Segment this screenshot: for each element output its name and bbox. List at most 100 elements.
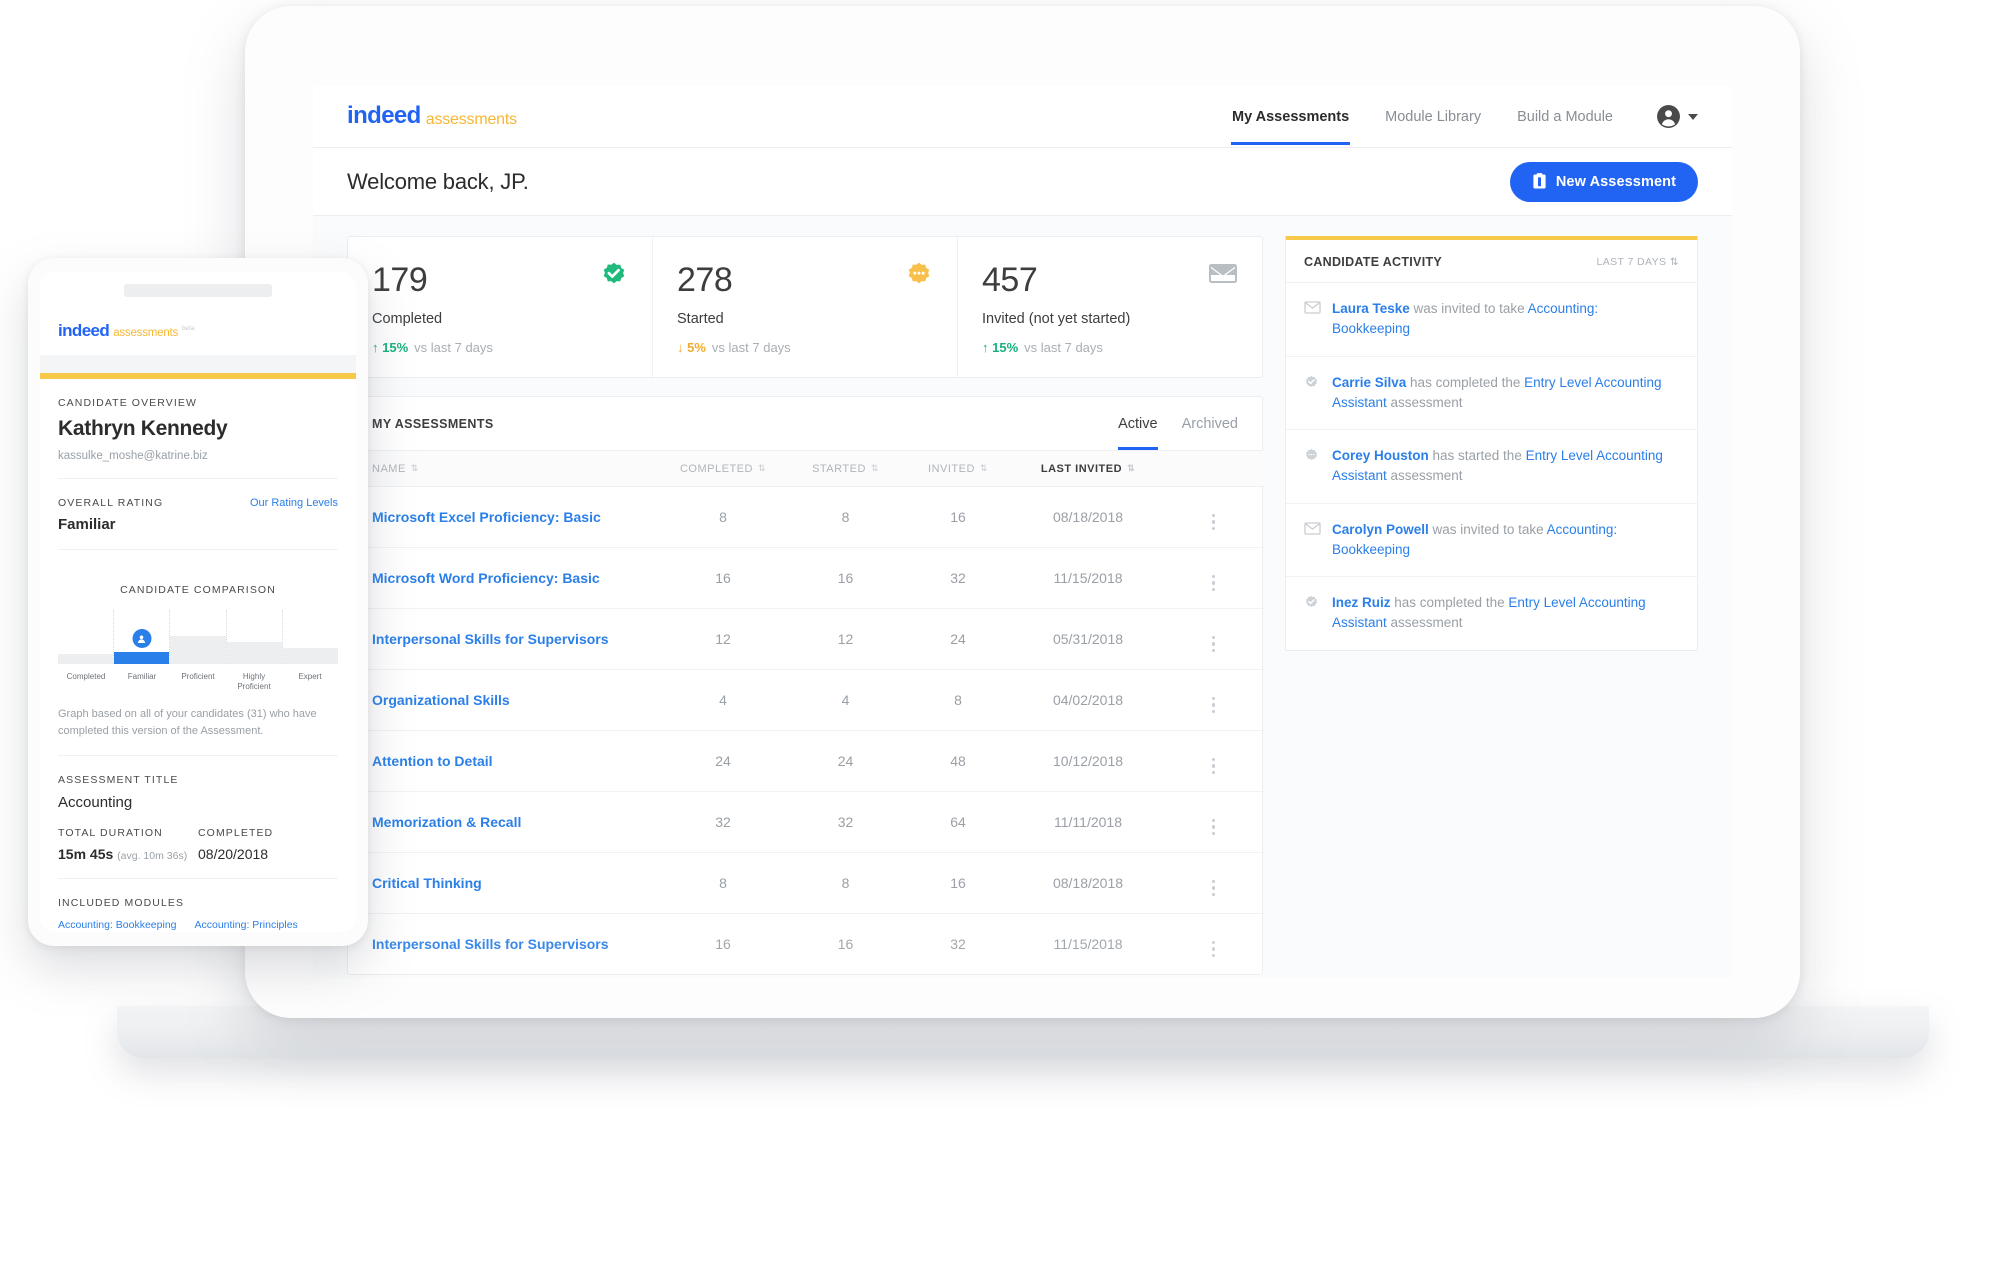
- stat-delta-period: vs last 7 days: [711, 340, 791, 355]
- cell-completed: 16: [658, 547, 788, 609]
- table-row[interactable]: Interpersonal Skills for Supervisors 16 …: [348, 914, 1264, 975]
- assessments-table-body: Microsoft Excel Proficiency: Basic 8 8 1…: [348, 486, 1264, 975]
- column-header-completed[interactable]: COMPLETED ⇅: [658, 451, 788, 487]
- assessment-name-link[interactable]: Memorization & Recall: [348, 791, 658, 853]
- list-item[interactable]: Inez Ruiz has completed the Entry Level …: [1286, 577, 1697, 650]
- arrow-down-icon: ↓: [677, 340, 684, 355]
- nav-item-my-assessments[interactable]: My Assessments: [1231, 89, 1351, 145]
- tab-archived[interactable]: Archived: [1182, 397, 1238, 450]
- activity-person[interactable]: Inez Ruiz: [1332, 595, 1391, 610]
- tablet-screen: indeed assessments beta CANDIDATE OVERVI…: [40, 272, 356, 932]
- kebab-menu-icon[interactable]: [1211, 696, 1216, 713]
- x-label-highly-proficient: Highly Proficient: [237, 672, 271, 691]
- activity-middle: has started the: [1428, 448, 1526, 463]
- account-menu[interactable]: [1656, 104, 1698, 129]
- assessment-name-link[interactable]: Organizational Skills: [348, 669, 658, 731]
- list-item[interactable]: Carolyn Powell was invited to take Accou…: [1286, 504, 1697, 577]
- stat-delta-period: vs last 7 days: [414, 340, 493, 355]
- row-actions[interactable]: [1163, 547, 1264, 609]
- beta-label: beta: [182, 326, 195, 332]
- activity-middle: has completed the: [1406, 374, 1525, 390]
- kebab-menu-icon[interactable]: [1211, 513, 1216, 530]
- cell-last-invited: 08/18/2018: [1013, 852, 1163, 914]
- cell-last-invited: 11/15/2018: [1053, 936, 1123, 952]
- arrow-up-icon: ↑: [982, 340, 989, 355]
- list-item[interactable]: Carrie Silva has completed the Entry Lev…: [1286, 357, 1697, 430]
- list-item[interactable]: Corey Houston has started the Entry Leve…: [1286, 430, 1697, 504]
- sort-icon: ⇅: [870, 463, 879, 473]
- module-link-principles[interactable]: Accounting: Principles: [195, 919, 298, 931]
- new-assessment-button[interactable]: New Assessment: [1509, 161, 1698, 202]
- kebab-menu-icon[interactable]: [1211, 574, 1216, 591]
- my-assessments-panel: MY ASSESSMENTS Active Archived NAME ⇅ CO…: [347, 396, 1264, 975]
- row-actions[interactable]: [1163, 852, 1264, 914]
- table-row[interactable]: Microsoft Word Proficiency: Basic 16 16 …: [348, 547, 1264, 609]
- activity-text: Carolyn Powell was invited to take Accou…: [1332, 520, 1679, 561]
- module-link-bookkeeping[interactable]: Accounting: Bookkeeping: [58, 919, 177, 931]
- panel-title: MY ASSESSMENTS: [372, 416, 494, 431]
- tablet-url-field[interactable]: [124, 283, 272, 297]
- assessment-name-link[interactable]: Critical Thinking: [348, 852, 658, 914]
- cell-started: 24: [788, 730, 903, 792]
- panel-header: MY ASSESSMENTS Active Archived: [348, 397, 1262, 451]
- table-row[interactable]: Microsoft Excel Proficiency: Basic 8 8 1…: [348, 486, 1264, 548]
- bar-highlighted: [114, 652, 170, 664]
- candidate-overview-caption: CANDIDATE OVERVIEW: [58, 397, 198, 409]
- activity-period-filter[interactable]: LAST 7 DAYS ⇅: [1597, 256, 1680, 268]
- assessment-name-link[interactable]: Interpersonal Skills for Supervisors: [348, 914, 658, 975]
- activity-person[interactable]: Carolyn Powell: [1332, 522, 1429, 537]
- column-header-started[interactable]: STARTED ⇅: [788, 451, 903, 487]
- tablet-logo[interactable]: indeed assessments beta: [40, 308, 356, 355]
- column-header-last-invited[interactable]: LAST INVITED ⇅: [1013, 451, 1163, 487]
- nav-item-module-library[interactable]: Module Library: [1384, 89, 1482, 145]
- table-row[interactable]: Interpersonal Skills for Supervisors 12 …: [348, 608, 1264, 670]
- cell-last-invited: 04/02/2018: [1013, 669, 1163, 731]
- candidate-comparison-title: CANDIDATE COMPARISON: [120, 584, 276, 596]
- cell-invited: 32: [950, 936, 966, 952]
- kebab-menu-icon[interactable]: [1211, 635, 1216, 652]
- column-header-name[interactable]: NAME ⇅: [348, 451, 658, 487]
- stat-label: Completed: [372, 311, 443, 327]
- indeed-assessments-logo[interactable]: indeed assessments: [347, 104, 517, 129]
- cell-completed: 32: [658, 791, 788, 853]
- row-actions[interactable]: [1163, 730, 1264, 792]
- kebab-menu-icon[interactable]: [1211, 879, 1216, 896]
- ellipsis-badge-icon: [905, 261, 933, 294]
- column-header-invited[interactable]: INVITED ⇅: [903, 451, 1013, 487]
- stat-value: 457: [982, 261, 1038, 299]
- assessment-name-link[interactable]: Interpersonal Skills for Supervisors: [348, 608, 658, 670]
- our-rating-levels-link[interactable]: Our Rating Levels: [250, 497, 338, 509]
- activity-person[interactable]: Corey Houston: [1332, 448, 1429, 463]
- cell-last-invited: 11/11/2018: [1013, 791, 1163, 853]
- activity-tail: assessment: [1386, 615, 1463, 631]
- assessments-app: indeed assessments My Assessments Module…: [313, 86, 1732, 978]
- kebab-menu-icon[interactable]: [1211, 818, 1216, 835]
- table-row[interactable]: Critical Thinking 8 8 16 08/18/2018: [348, 852, 1264, 914]
- table-row[interactable]: Organizational Skills 4 4 8 04/02/2018: [348, 669, 1264, 731]
- candidate-name: Kathryn Kennedy: [58, 417, 228, 440]
- nav-item-build-a-module[interactable]: Build a Module: [1516, 89, 1614, 145]
- kebab-menu-icon[interactable]: [1211, 757, 1216, 774]
- assessment-name-link[interactable]: Attention to Detail: [348, 730, 658, 792]
- sort-icon: ⇅: [979, 463, 988, 473]
- check-badge-icon: [1304, 375, 1321, 414]
- assessment-name-link[interactable]: Microsoft Excel Proficiency: Basic: [348, 486, 658, 548]
- account-circle-icon: [1657, 105, 1680, 128]
- cell-started: 16: [837, 936, 854, 952]
- assessment-name-link[interactable]: Microsoft Word Proficiency: Basic: [348, 547, 658, 609]
- activity-person[interactable]: Carrie Silva: [1332, 375, 1406, 390]
- candidate-activity-panel: CANDIDATE ACTIVITY LAST 7 DAYS ⇅ Laura T…: [1285, 236, 1698, 651]
- app-content: 179 Completed ↑ 15% vs last 7 days 278 S…: [313, 216, 1732, 975]
- table-row[interactable]: Memorization & Recall 32 32 64 11/11/201…: [348, 791, 1264, 853]
- activity-person[interactable]: Laura Teske: [1332, 301, 1410, 316]
- kebab-menu-icon[interactable]: [1211, 940, 1216, 957]
- stat-delta: ↓ 5% vs last 7 days: [677, 340, 933, 355]
- row-actions[interactable]: [1163, 791, 1264, 853]
- row-actions[interactable]: [1163, 486, 1264, 548]
- row-actions[interactable]: [1163, 608, 1264, 670]
- table-row[interactable]: Attention to Detail 24 24 48 10/12/2018: [348, 730, 1264, 792]
- row-actions[interactable]: [1163, 669, 1264, 731]
- list-item[interactable]: Laura Teske was invited to take Accounti…: [1286, 283, 1697, 357]
- row-actions[interactable]: [1163, 914, 1264, 975]
- tab-active[interactable]: Active: [1118, 397, 1158, 450]
